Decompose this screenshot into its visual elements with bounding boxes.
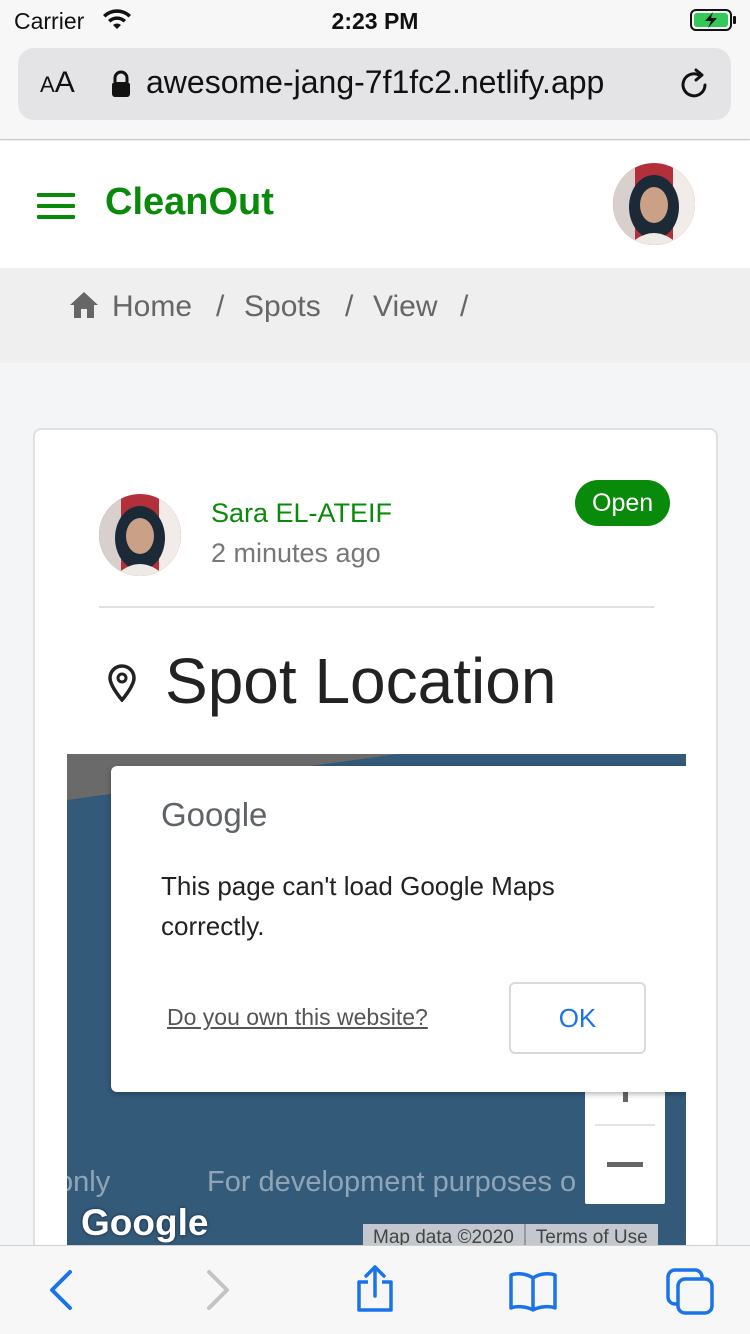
spot-card: Sara EL-ATEIF 2 minutes ago Open Spot Lo… (33, 428, 718, 1328)
breadcrumb-separator: / (345, 290, 354, 323)
lock-icon (110, 70, 132, 103)
google-logo: Google (81, 1202, 209, 1243)
dev-watermark: For development purposes o (207, 1166, 577, 1198)
tabs-icon[interactable] (664, 1266, 716, 1321)
status-badge: Open (575, 480, 671, 526)
reload-icon[interactable] (678, 68, 712, 107)
map-view[interactable]: only For development purposes o Google M… (67, 754, 686, 1326)
bookmarks-icon[interactable] (508, 1270, 558, 1317)
breadcrumb: Home / Spots / View / (0, 268, 750, 363)
share-icon[interactable] (354, 1264, 396, 1319)
forward-icon[interactable] (203, 1268, 233, 1317)
maps-error-dialog: Google This page can't load Google Maps … (111, 766, 686, 1092)
zoom-out-button[interactable] (585, 1126, 665, 1204)
app-header: CleanOut (0, 141, 750, 268)
error-message: This page can't load Google Maps correct… (161, 871, 555, 941)
breadcrumb-spots[interactable]: Spots (244, 290, 321, 324)
browser-toolbar (0, 1245, 750, 1334)
section-title: Spot Location (165, 645, 557, 717)
url-text[interactable]: awesome-jang-7f1fc2.netlify.app (146, 64, 604, 101)
hamburger-menu-icon[interactable] (37, 193, 75, 219)
text-size-button[interactable]: AA (40, 66, 75, 100)
back-icon[interactable] (46, 1268, 76, 1317)
post-timestamp: 2 minutes ago (211, 538, 381, 568)
user-avatar[interactable] (613, 163, 695, 245)
breadcrumb-separator: / (460, 290, 469, 323)
app-title[interactable]: CleanOut (105, 181, 274, 224)
breadcrumb-home[interactable]: Home (112, 290, 192, 324)
breadcrumb-separator: / (216, 290, 225, 323)
breadcrumb-view[interactable]: View (373, 290, 437, 324)
browser-top-bar: Carrier 2:23 PM AA awesome-jang-7f1fc2.n… (0, 0, 750, 140)
ok-button[interactable]: OK (509, 982, 646, 1054)
status-time: 2:23 PM (331, 8, 419, 34)
location-pin-icon (107, 664, 137, 707)
divider (99, 606, 654, 608)
battery-charging-icon (690, 8, 738, 37)
address-bar[interactable]: AA awesome-jang-7f1fc2.netlify.app (18, 48, 731, 120)
own-website-link[interactable]: Do you own this website? (167, 1004, 428, 1031)
author-avatar[interactable] (99, 494, 181, 576)
dev-watermark: only (67, 1166, 111, 1198)
google-wordmark: Google (161, 796, 268, 833)
home-icon[interactable] (68, 290, 100, 325)
author-name[interactable]: Sara EL-ATEIF (211, 498, 392, 529)
